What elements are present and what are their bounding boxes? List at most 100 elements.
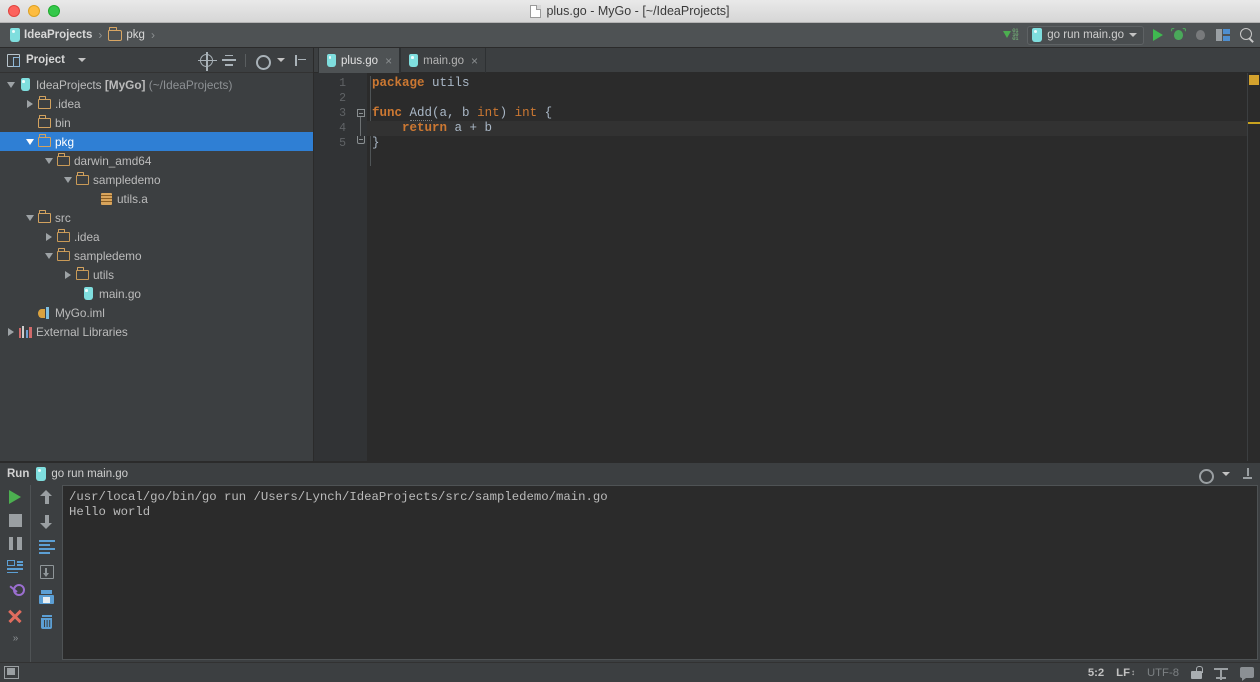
print-icon[interactable] [39,590,54,604]
close-icon[interactable] [8,609,22,623]
tree-row-src[interactable]: src [0,208,313,227]
tab-plus-go[interactable]: plus.go × [318,48,401,73]
gear-icon[interactable] [1198,468,1214,484]
read-only-toggle-icon[interactable] [1191,666,1203,679]
code-editor[interactable]: 1 2 3 4 5 package utils func Add(a, b in… [314,73,1260,461]
run-secondary-toolbar [30,485,62,662]
tree-row-mygo-iml[interactable]: MyGo.iml [0,303,313,322]
folder-icon [55,153,71,166]
go-file-icon [327,54,336,67]
chevron-down-icon[interactable] [78,58,86,62]
folder-icon [74,172,90,185]
twisty-right-icon[interactable] [42,232,55,241]
breadcrumb-label: IdeaProjects [24,29,93,41]
twisty-down-icon[interactable] [23,138,36,145]
iml-file-icon [36,306,52,319]
export-to-file-icon[interactable] [39,565,54,579]
breadcrumb-item-pkg[interactable]: pkg [106,26,147,41]
folder-icon [108,26,123,41]
twisty-down-icon[interactable] [4,81,17,88]
run-coverage-button[interactable] [1216,28,1231,42]
toggle-tool-windows-icon[interactable] [4,666,19,679]
line-number: 4 [339,122,346,135]
warning-line-marker[interactable] [1248,122,1260,124]
tree-row-pkg[interactable]: pkg [0,132,313,151]
scroll-up-icon[interactable] [40,490,53,504]
tree-row-utils-a[interactable]: utils.a [0,189,313,208]
fold-end-icon[interactable] [356,136,365,144]
tree-label: bin [55,115,71,130]
tree-row-bin[interactable]: bin [0,113,313,132]
stop-icon[interactable] [8,514,22,527]
editor-area: plus.go × main.go × 1 2 3 4 5 package ut… [314,48,1260,461]
chevron-down-icon[interactable] [277,58,285,62]
twisty-right-icon[interactable] [23,99,36,108]
chevron-down-icon[interactable] [1222,472,1230,476]
tree-row-sampledemo-src[interactable]: sampledemo [0,246,313,265]
rerun-icon[interactable] [9,490,21,504]
line-separator-selector[interactable]: LF ↕ [1116,667,1135,679]
tree-row-sampledemo-pkg[interactable]: sampledemo [0,170,313,189]
run-session-tab[interactable]: go run main.go [36,467,128,481]
inspection-marker-strip[interactable] [1248,73,1260,461]
breadcrumb-item-ideaprojects[interactable]: IdeaProjects [8,28,94,42]
tab-main-go[interactable]: main.go × [400,48,487,73]
run-button[interactable] [1153,29,1163,41]
tree-label: main.go [99,286,141,301]
tree-row-darwin-amd64[interactable]: darwin_amd64 [0,151,313,170]
tree-row-idea[interactable]: .idea [0,94,313,113]
archive-icon [98,192,114,205]
tree-row-main-go[interactable]: main.go [0,284,313,303]
project-tree: IdeaProjects [MyGo] (~/IdeaProjects) .id… [0,73,313,461]
tree-row-ideaprojects[interactable]: IdeaProjects [MyGo] (~/IdeaProjects) [0,75,313,94]
breadcrumb: IdeaProjects › pkg › [8,26,159,42]
go-run-icon [1032,28,1043,42]
soft-wrap-icon[interactable] [38,540,55,554]
tree-row-idea-src[interactable]: .idea [0,227,313,246]
run-configuration-selector[interactable]: go run main.go [1027,25,1144,45]
pause-icon[interactable] [8,537,22,550]
chevron-down-icon [1129,33,1137,37]
twisty-down-icon[interactable] [61,176,74,183]
folder-icon [74,267,90,280]
update-project-icon[interactable]: 01 10 01 [1003,28,1019,42]
tree-row-utils[interactable]: utils [0,265,313,284]
code-content[interactable]: package utils func Add(a, b int) int { r… [367,73,1248,461]
collapse-all-icon[interactable] [222,54,236,67]
pin-tab-icon[interactable] [8,584,25,599]
tab-label: plus.go [341,54,379,67]
toolbar-actions: 01 10 01 go run main.go [1003,25,1254,45]
encoding-selector[interactable]: UTF-8 [1147,667,1179,679]
search-everywhere-icon[interactable] [1240,28,1254,42]
close-icon[interactable]: × [471,54,478,68]
gear-icon[interactable] [255,54,271,70]
tree-label: utils.a [117,191,148,206]
code-folding-gutter[interactable] [354,73,367,461]
warning-marker[interactable] [1249,75,1259,85]
twisty-right-icon[interactable] [61,270,74,279]
tree-row-external-libraries[interactable]: External Libraries [0,322,313,341]
close-icon[interactable]: × [385,54,392,68]
code-line-3: func Add(a, b int) int { [372,106,553,121]
expand-more-icon[interactable]: » [13,633,18,644]
folder-icon [36,210,52,223]
twisty-down-icon[interactable] [23,214,36,221]
twisty-down-icon[interactable] [42,157,55,164]
hide-panel-icon[interactable] [294,54,307,67]
clear-all-icon[interactable] [40,615,54,629]
event-log-icon[interactable] [1240,667,1254,681]
code-line-5: } [372,136,380,150]
hide-panel-icon[interactable] [1241,467,1254,481]
caret-position[interactable]: 5:2 [1088,667,1104,679]
fold-collapse-icon[interactable] [356,109,365,117]
twisty-right-icon[interactable] [4,327,17,336]
console-view-icon[interactable] [7,560,23,574]
build-icon[interactable] [1214,666,1228,680]
debug-button[interactable] [1171,28,1186,41]
line-number: 3 [339,107,346,120]
console-output[interactable]: /usr/local/go/bin/go run /Users/Lynch/Id… [62,485,1258,660]
run-session-label: go run main.go [51,468,129,480]
twisty-down-icon[interactable] [42,252,55,259]
scroll-from-source-icon[interactable] [198,51,217,71]
scroll-down-icon[interactable] [40,515,53,529]
